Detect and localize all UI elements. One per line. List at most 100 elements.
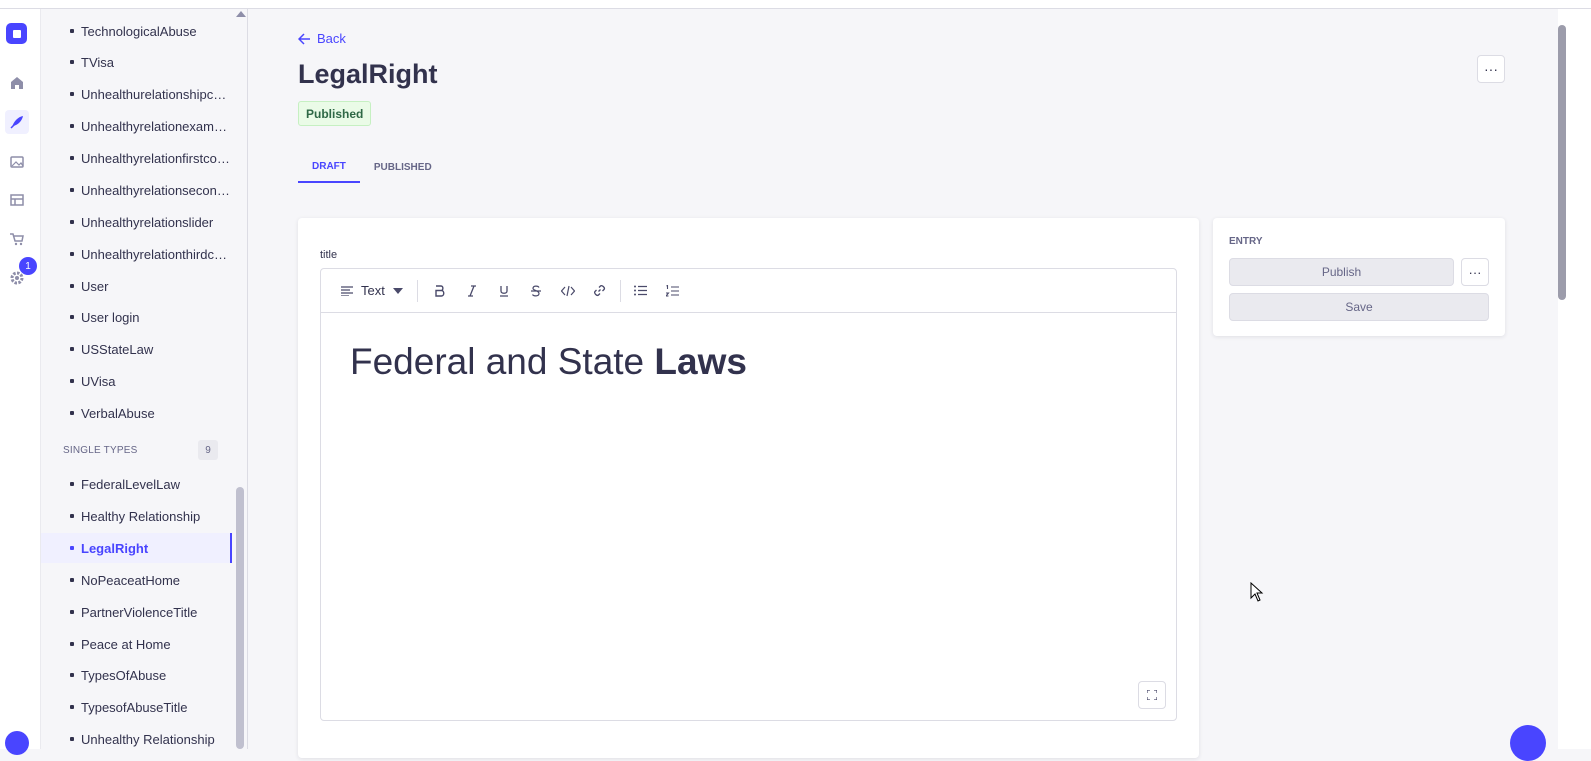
sidebar-item-single-type[interactable]: PartnerViolenceTitle xyxy=(41,597,232,627)
marketplace-icon[interactable] xyxy=(5,227,29,251)
bullet-icon xyxy=(70,92,74,96)
sidebar-item-collection[interactable]: Unhealthyrelationexample xyxy=(41,111,232,141)
editor-text: Federal and State xyxy=(350,341,655,382)
browser-top-edge xyxy=(0,0,1591,9)
arrow-left-icon xyxy=(298,32,310,45)
bullet-icon xyxy=(70,347,74,351)
bullet-icon xyxy=(70,514,74,518)
tab-published[interactable]: PUBLISHED xyxy=(360,151,446,183)
numbered-list-icon[interactable] xyxy=(657,279,689,303)
bullet-icon xyxy=(70,156,74,160)
bullet-icon xyxy=(70,578,74,582)
single-types-count-badge: 9 xyxy=(198,440,218,460)
bullet-icon xyxy=(70,379,74,383)
page-scrollbar[interactable] xyxy=(1558,9,1591,749)
home-icon[interactable] xyxy=(5,71,29,95)
sidebar-item-single-type-active[interactable]: LegalRight xyxy=(41,533,232,563)
sidebar-item-single-type[interactable]: Healthy Relationship xyxy=(41,501,232,531)
title-field-label: title xyxy=(320,249,338,261)
toolbar-divider xyxy=(619,279,621,302)
strikethrough-icon[interactable] xyxy=(520,279,552,303)
tab-draft[interactable]: DRAFT xyxy=(298,151,360,183)
chevron-down-icon xyxy=(392,287,403,294)
italic-icon[interactable] xyxy=(456,279,488,303)
entry-panel: ENTRY Publish ··· Save xyxy=(1213,218,1505,336)
bullet-icon xyxy=(70,411,74,415)
save-button[interactable]: Save xyxy=(1229,293,1489,321)
page-title: LegalRight xyxy=(298,59,438,89)
sidebar-item-collection[interactable]: UVisa xyxy=(41,366,232,396)
bold-icon[interactable] xyxy=(424,279,456,303)
link-icon[interactable] xyxy=(584,279,616,303)
header-more-button[interactable]: ··· xyxy=(1477,55,1505,83)
editor-bold-text: Laws xyxy=(654,341,747,382)
sidebar-item-single-type[interactable]: TypesOfAbuse xyxy=(41,660,232,690)
single-types-heading[interactable]: SINGLE TYPES xyxy=(63,445,137,456)
sidebar-item-collection[interactable]: Unhealthyrelationfirstcon... xyxy=(41,143,232,173)
back-link[interactable]: Back xyxy=(298,31,346,46)
underline-icon[interactable] xyxy=(488,279,520,303)
bullet-icon xyxy=(70,737,74,741)
sidebar-item-collection[interactable]: User login xyxy=(41,302,232,332)
bullet-icon xyxy=(70,124,74,128)
user-avatar[interactable] xyxy=(5,731,29,755)
mouse-pointer-icon xyxy=(1250,582,1264,602)
sidebar-item-collection[interactable]: Unhealthyrelationthirdco... xyxy=(41,239,232,269)
sidebar-item-single-type[interactable]: FederalLevelLaw xyxy=(41,469,232,499)
sidebar-item-collection[interactable]: Unhealthyrelationslider xyxy=(41,207,232,237)
media-library-icon[interactable] xyxy=(5,150,29,174)
editor-toolbar: Text xyxy=(321,269,1176,313)
app-logo[interactable] xyxy=(6,23,27,44)
sidebar-scrollbar[interactable] xyxy=(234,9,247,749)
expand-icon[interactable] xyxy=(1138,681,1166,709)
status-badge: Published xyxy=(298,101,372,126)
block-type-select[interactable]: Text xyxy=(341,279,418,302)
fields-card: title Text Federal and State Laws xyxy=(298,218,1199,758)
bullet-icon xyxy=(70,610,74,614)
bullet-icon xyxy=(70,60,74,64)
editor-content[interactable]: Federal and State Laws xyxy=(350,341,747,383)
block-type-label: Text xyxy=(361,283,385,298)
back-label: Back xyxy=(317,31,346,46)
sidebar-item-single-type[interactable]: NoPeaceatHome xyxy=(41,565,232,595)
bullet-icon xyxy=(70,29,74,33)
sidebar-item-single-type[interactable]: Unhealthy Relationship xyxy=(41,724,232,749)
main-nav-rail: 1 xyxy=(0,9,41,755)
sidebar-item-single-type[interactable]: TypesofAbuseTitle xyxy=(41,692,232,722)
sidebar-item-collection[interactable]: TechnologicalAbuse xyxy=(41,16,232,46)
bullet-icon xyxy=(70,705,74,709)
entry-more-button[interactable]: ··· xyxy=(1461,258,1489,286)
edit-view: Back LegalRight Published ··· DRAFT PUBL… xyxy=(248,9,1558,761)
entry-heading: ENTRY xyxy=(1229,236,1263,247)
sidebar-item-collection[interactable]: USStateLaw xyxy=(41,334,232,364)
scroll-up-arrow-icon[interactable] xyxy=(236,11,246,17)
sidebar-scroll-thumb[interactable] xyxy=(236,487,244,749)
publish-button[interactable]: Publish xyxy=(1229,258,1454,286)
bullet-icon xyxy=(70,284,74,288)
version-tabs: DRAFT PUBLISHED xyxy=(298,151,446,183)
sidebar-item-collection[interactable]: TVisa xyxy=(41,47,232,77)
bullet-icon xyxy=(70,188,74,192)
content-type-builder-icon[interactable] xyxy=(5,188,29,212)
paragraph-icon xyxy=(341,285,353,296)
bullet-icon xyxy=(70,220,74,224)
bulleted-list-icon[interactable] xyxy=(625,279,657,303)
rich-text-editor[interactable]: Text Federal and State Laws xyxy=(320,268,1177,721)
page-scroll-thumb[interactable] xyxy=(1558,25,1566,300)
bullet-icon xyxy=(70,673,74,677)
sidebar-item-single-type[interactable]: Peace at Home xyxy=(41,629,232,659)
content-manager-icon[interactable] xyxy=(5,110,29,134)
content-sidebar: TechnologicalAbuse TVisa Unhealthurelati… xyxy=(41,9,248,749)
sidebar-item-collection[interactable]: VerbalAbuse xyxy=(41,398,232,428)
bullet-icon xyxy=(70,252,74,256)
sidebar-item-collection[interactable]: User xyxy=(41,271,232,301)
sidebar-item-collection[interactable]: Unhealthurelationshipcon... xyxy=(41,79,232,109)
bullet-icon xyxy=(70,546,74,550)
help-button[interactable] xyxy=(1510,725,1546,761)
bullet-icon xyxy=(70,315,74,319)
bullet-icon xyxy=(70,482,74,486)
sidebar-item-collection[interactable]: Unhealthyrelationsecond... xyxy=(41,175,232,205)
bullet-icon xyxy=(70,642,74,646)
code-icon[interactable] xyxy=(552,279,584,303)
notification-badge: 1 xyxy=(19,257,37,275)
